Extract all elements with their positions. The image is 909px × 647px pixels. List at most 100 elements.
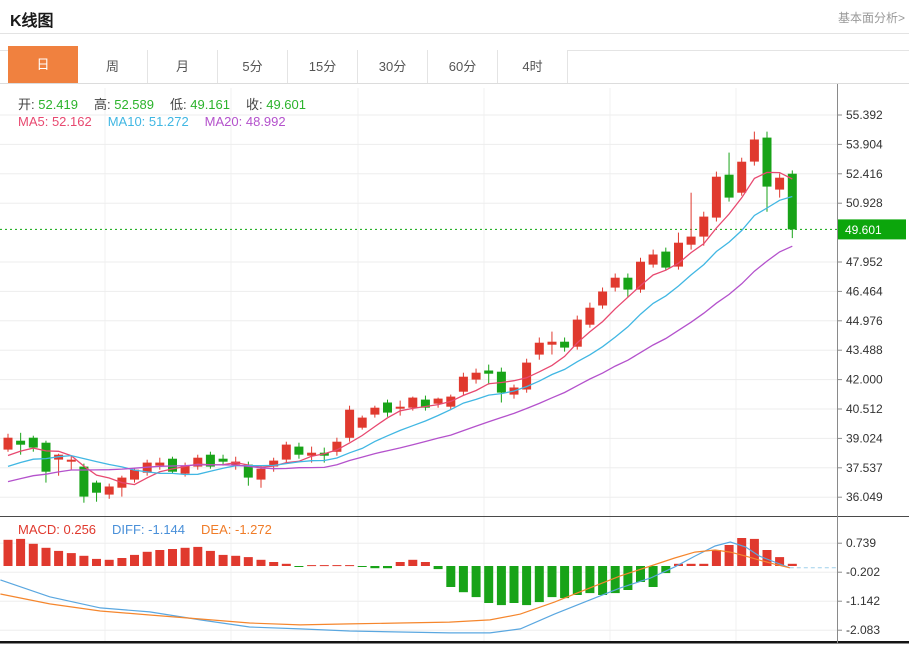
axis-label: 47.952 xyxy=(846,255,883,269)
candle xyxy=(92,483,101,493)
macd-info-bar: MACD: 0.256DIFF: -1.144DEA: -1.272 xyxy=(18,522,288,537)
ma10-line xyxy=(8,197,792,475)
axis-label: 50.928 xyxy=(846,196,883,210)
fundamental-analysis-link[interactable]: 基本面分析> xyxy=(838,9,905,26)
macd-bar xyxy=(92,559,101,566)
ohlc-info-bar: 开: 52.419 高: 52.589 低: 49.161 收: 49.601 xyxy=(18,94,322,113)
candle xyxy=(472,373,481,380)
tab-周[interactable]: 周 xyxy=(78,50,148,83)
macd-bar xyxy=(497,566,506,605)
info-field: MA10: 51.272 xyxy=(108,114,189,129)
current-price-badge-label: 49.601 xyxy=(845,223,882,237)
macd-bar xyxy=(219,555,228,566)
macd-bar xyxy=(67,553,76,566)
info-field: 开: 52.419 xyxy=(18,97,78,112)
diff-line xyxy=(0,542,789,633)
info-field: MA5: 52.162 xyxy=(18,114,92,129)
bottom-border xyxy=(0,641,909,644)
macd-bar xyxy=(472,566,481,597)
candle xyxy=(763,138,772,187)
candle xyxy=(155,463,164,466)
macd-bar xyxy=(29,544,38,566)
candle xyxy=(383,403,392,413)
candle xyxy=(548,342,557,345)
candle xyxy=(611,278,620,288)
macd-bar xyxy=(193,547,202,566)
candle xyxy=(257,469,266,480)
candle xyxy=(294,447,303,455)
macd-bar xyxy=(788,564,797,566)
macd-bar xyxy=(358,566,367,567)
tab-5分[interactable]: 5分 xyxy=(218,50,288,83)
candle xyxy=(42,443,51,472)
macd-bar xyxy=(282,564,291,566)
info-field: MACD: 0.256 xyxy=(18,522,96,537)
macd-bar xyxy=(408,560,417,566)
macd-bar xyxy=(383,566,392,568)
candle xyxy=(649,255,658,265)
candle xyxy=(345,410,354,438)
macd-bar xyxy=(548,566,557,597)
macd-bar xyxy=(699,564,708,566)
candle xyxy=(623,278,632,290)
tab-日[interactable]: 日 xyxy=(8,46,78,83)
macd-bar xyxy=(269,562,278,566)
macd-bar xyxy=(345,565,354,566)
macd-bar xyxy=(598,566,607,595)
macd-bar xyxy=(737,538,746,566)
tab-30分[interactable]: 30分 xyxy=(358,50,428,83)
candle xyxy=(396,407,405,409)
candle xyxy=(699,217,708,237)
page-title: K线图 xyxy=(10,7,54,31)
tab-15分[interactable]: 15分 xyxy=(288,50,358,83)
ma5-line xyxy=(8,172,792,484)
candle xyxy=(4,438,13,450)
tab-60分[interactable]: 60分 xyxy=(428,50,498,83)
axis-label: 53.904 xyxy=(846,137,883,151)
candle xyxy=(560,342,569,348)
macd-bar xyxy=(79,556,88,566)
info-field: 高: 52.589 xyxy=(94,97,154,112)
candle xyxy=(775,178,784,190)
candle xyxy=(434,399,443,404)
ma-info-bar: MA5: 52.162 MA10: 51.272 MA20: 48.992 xyxy=(18,114,302,129)
candle xyxy=(687,237,696,245)
macd-bar xyxy=(535,566,544,602)
candle xyxy=(585,308,594,325)
macd-bar xyxy=(332,565,341,566)
macd-bar xyxy=(712,550,721,566)
candle xyxy=(219,459,228,462)
macd-bar xyxy=(168,549,177,566)
candle xyxy=(484,371,493,374)
candle xyxy=(737,162,746,193)
info-field: 低: 49.161 xyxy=(170,97,230,112)
candle xyxy=(725,175,734,198)
candle xyxy=(408,398,417,408)
tab-月[interactable]: 月 xyxy=(148,50,218,83)
candle xyxy=(370,408,379,415)
candle xyxy=(712,177,721,218)
macd-bar xyxy=(434,566,443,569)
info-field: 收: 49.601 xyxy=(246,97,306,112)
candle xyxy=(358,418,367,428)
macd-bar xyxy=(294,566,303,567)
macd-bar xyxy=(181,548,190,566)
candle xyxy=(67,460,76,462)
axis-label: 46.464 xyxy=(846,284,883,298)
candle xyxy=(535,343,544,355)
macd-histogram xyxy=(4,538,797,605)
macd-bar xyxy=(370,566,379,568)
candle xyxy=(661,252,670,268)
info-field: MA20: 48.992 xyxy=(205,114,286,129)
axis-label: 42.000 xyxy=(846,373,883,387)
axis-label: 43.488 xyxy=(846,343,883,357)
candle xyxy=(750,140,759,162)
axis-label: 44.976 xyxy=(846,314,883,328)
axis-label: 39.024 xyxy=(846,431,883,445)
ma20-line xyxy=(8,246,792,481)
macd-bar xyxy=(130,555,139,566)
macd-bar xyxy=(143,552,152,566)
tab-4时[interactable]: 4时 xyxy=(498,50,568,83)
macd-bar xyxy=(155,550,164,566)
candle xyxy=(459,377,468,392)
